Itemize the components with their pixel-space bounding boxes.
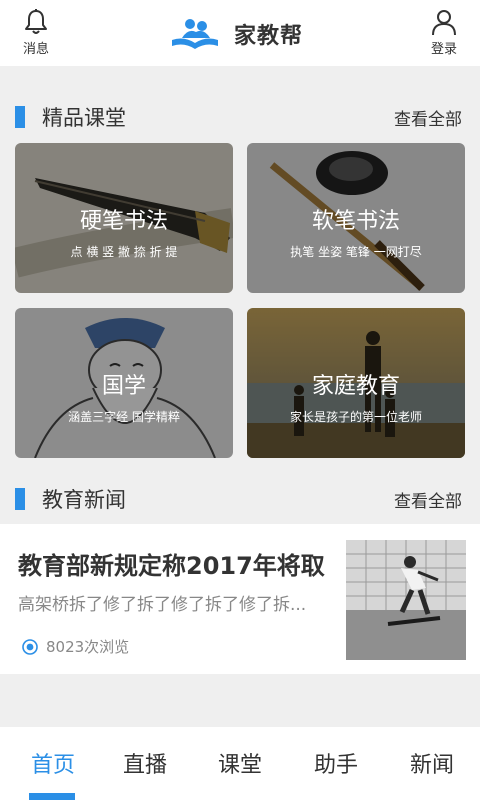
course-card-title: 国学 (101, 374, 146, 399)
course-card-pen-calligraphy[interactable]: 硬笔书法 点 横 竖 撇 捺 折 提 (15, 143, 233, 293)
nav-tab-news[interactable]: 新闻 (384, 747, 480, 779)
course-card-subtitle: 执笔 坐姿 笔锋 一网打尽 (290, 245, 422, 259)
course-card-title: 家庭教育 (311, 374, 400, 399)
section-marker (15, 488, 25, 510)
course-card-subtitle: 家长是孩子的第一位老师 (289, 410, 422, 424)
news-section-header: 教育新闻 查看全部 (0, 480, 480, 520)
news-section-title: 教育新闻 (42, 488, 126, 512)
active-tab-indicator (29, 793, 75, 800)
nav-tab-home[interactable]: 首页 (5, 747, 101, 779)
section-marker (15, 106, 25, 128)
news-list-item[interactable]: 教育部新规定称2017年将取 高架桥拆了修了拆了修了拆了修了拆... 8023次… (0, 524, 480, 674)
featured-section-title: 精品课堂 (42, 106, 126, 130)
bottom-nav: 首页 直播 课堂 助手 新闻 (0, 727, 480, 800)
featured-view-all-link[interactable]: 查看全部 (394, 105, 462, 130)
skateboarder-photo (346, 540, 466, 660)
course-card-title: 硬笔书法 (79, 209, 168, 234)
featured-section-header: 精品课堂 查看全部 (0, 98, 480, 138)
app-logo: 家教帮 (168, 14, 303, 54)
news-title: 教育部新规定称2017年将取 (18, 552, 325, 580)
book-reader-icon (172, 19, 218, 49)
course-card-subtitle: 点 横 竖 撇 捺 折 提 (70, 245, 178, 259)
messages-button[interactable]: 消息 (11, 8, 61, 57)
news-views: 8023次浏览 (22, 636, 129, 657)
bell-icon (25, 9, 47, 34)
app-header: 消息 家教帮 登录 (0, 0, 480, 66)
news-thumbnail (346, 540, 466, 660)
nav-tab-live[interactable]: 直播 (97, 747, 193, 779)
login-button[interactable]: 登录 (419, 8, 469, 57)
nav-tab-classroom[interactable]: 课堂 (192, 747, 288, 779)
user-icon (432, 10, 456, 36)
app-title: 家教帮 (234, 24, 304, 49)
news-view-count: 8023次浏览 (46, 638, 130, 656)
course-card-family-education[interactable]: 家庭教育 家长是孩子的第一位老师 (247, 308, 465, 458)
course-card-title: 软笔书法 (311, 209, 400, 234)
course-card-brush-calligraphy[interactable]: 软笔书法 执笔 坐姿 笔锋 一网打尽 (247, 143, 465, 293)
course-card-subtitle: 涵盖三字经 国学精粹 (68, 410, 180, 424)
eye-icon (22, 638, 38, 655)
course-card-sinology[interactable]: 国学 涵盖三字经 国学精粹 (15, 308, 233, 458)
messages-label: 消息 (22, 42, 49, 57)
login-label: 登录 (430, 42, 457, 57)
news-view-all-link[interactable]: 查看全部 (394, 487, 462, 512)
nav-tab-assistant[interactable]: 助手 (288, 747, 384, 779)
news-summary: 高架桥拆了修了拆了修了拆了修了拆... (18, 595, 307, 615)
